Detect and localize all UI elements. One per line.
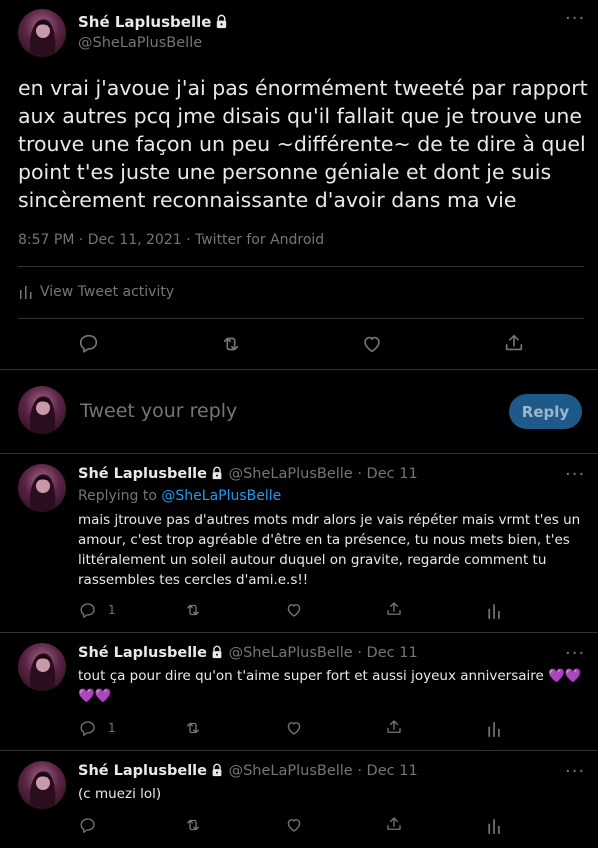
avatar[interactable] <box>18 643 66 691</box>
replying-to-label: Replying to <box>78 488 157 504</box>
retweet-icon[interactable] <box>184 816 202 834</box>
analytics-icon[interactable] <box>485 602 503 620</box>
reply-date[interactable]: · Dec 11 <box>357 466 417 482</box>
reply-input[interactable]: Tweet your reply <box>80 400 480 422</box>
reply-text-line: 💜💜 <box>78 688 112 704</box>
avatar[interactable] <box>18 464 66 512</box>
avatar[interactable] <box>18 386 66 434</box>
reply-header: Shé Laplusbelle @SheLaPlusBelle · Dec 11 <box>78 763 418 781</box>
share-icon[interactable] <box>385 815 403 833</box>
tweet-text-line: point t'es juste une personne géniale et… <box>18 160 552 184</box>
retweet-icon[interactable] <box>184 601 202 619</box>
tweet-text-line: sincèrement reconnaissante d'avoir dans … <box>18 188 517 212</box>
analytics-icon[interactable] <box>485 720 503 738</box>
divider <box>0 632 598 633</box>
reply-text-line: (c muezi lol) <box>78 786 162 802</box>
analytics-icon <box>18 284 34 300</box>
share-icon[interactable] <box>385 718 403 736</box>
reply-text-line: tout ça pour dire qu'on t'aime super for… <box>78 668 582 684</box>
author-name-text[interactable]: Shé Laplusbelle <box>78 13 211 31</box>
avatar[interactable] <box>18 761 66 809</box>
lock-icon <box>210 763 224 781</box>
more-dots-icon[interactable]: ··· <box>565 466 585 484</box>
author-name[interactable]: Shé Laplusbelle <box>78 763 207 779</box>
reply-text-line: amour, c'est trop agréable d'être en ta … <box>78 532 570 548</box>
view-activity-link[interactable]: View Tweet activity <box>18 284 174 300</box>
heart-icon[interactable] <box>361 333 383 355</box>
heart-icon[interactable] <box>285 816 303 834</box>
reply-date[interactable]: · Dec 11 <box>357 645 417 661</box>
reply-button[interactable]: Reply <box>509 394 582 429</box>
reply-count: 1 <box>108 721 116 735</box>
reply-date[interactable]: · Dec 11 <box>357 763 417 779</box>
more-dots-icon[interactable]: ··· <box>565 10 585 28</box>
author-name[interactable]: Shé Laplusbelle <box>78 466 207 482</box>
reply-count: 1 <box>108 603 116 617</box>
tweet-timestamp[interactable]: 8:57 PM · Dec 11, 2021 · Twitter for And… <box>18 232 324 248</box>
reply-text: (c muezi lol) <box>78 784 588 804</box>
divider <box>0 750 598 751</box>
retweet-icon[interactable] <box>220 333 242 355</box>
lock-icon <box>214 14 229 33</box>
divider <box>0 369 598 370</box>
divider <box>18 266 584 267</box>
author-name[interactable]: Shé Laplusbelle <box>78 13 229 33</box>
tweet-text-line: en vrai j'avoue j'ai pas énormément twee… <box>18 76 588 100</box>
replying-to: Replying to @SheLaPlusBelle <box>78 488 281 504</box>
author-handle[interactable]: @SheLaPlusBelle <box>78 35 202 51</box>
tweet-text-line: aux autres pcq jme disais qu'il fallait … <box>18 104 582 128</box>
reply-text-line: rassembles tes cercles d'ami.e.s!! <box>78 572 309 588</box>
author-name[interactable]: Shé Laplusbelle <box>78 645 207 661</box>
heart-icon[interactable] <box>285 719 303 737</box>
more-dots-icon[interactable]: ··· <box>565 763 585 781</box>
reply-icon[interactable] <box>78 332 100 354</box>
reply-text: mais jtrouve pas d'autres mots mdr alors… <box>78 510 588 590</box>
share-icon[interactable] <box>385 600 403 618</box>
author-handle[interactable]: @SheLaPlusBelle <box>229 645 353 661</box>
tweet-text-line: trouve une façon un peu ~différente~ de … <box>18 132 586 156</box>
reply-text-line: mais jtrouve pas d'autres mots mdr alors… <box>78 512 581 528</box>
reply-text-line: littéralement un soleil autour duquel on… <box>78 552 547 568</box>
lock-icon <box>210 645 224 663</box>
reply-icon[interactable] <box>79 719 97 737</box>
reply-header: Shé Laplusbelle @SheLaPlusBelle · Dec 11 <box>78 466 418 484</box>
share-icon[interactable] <box>503 332 525 354</box>
replying-to-handle[interactable]: @SheLaPlusBelle <box>161 488 281 504</box>
author-handle[interactable]: @SheLaPlusBelle <box>229 763 353 779</box>
reply-icon[interactable] <box>79 601 97 619</box>
reply-header: Shé Laplusbelle @SheLaPlusBelle · Dec 11 <box>78 645 418 663</box>
view-activity-label[interactable]: View Tweet activity <box>40 284 174 300</box>
heart-icon[interactable] <box>285 601 303 619</box>
tweet-text: en vrai j'avoue j'ai pas énormément twee… <box>18 74 593 214</box>
avatar[interactable] <box>18 9 66 57</box>
reply-text: tout ça pour dire qu'on t'aime super for… <box>78 666 593 706</box>
retweet-icon[interactable] <box>184 719 202 737</box>
author-handle[interactable]: @SheLaPlusBelle <box>229 466 353 482</box>
analytics-icon[interactable] <box>485 817 503 835</box>
more-dots-icon[interactable]: ··· <box>565 645 585 663</box>
divider <box>18 318 584 319</box>
lock-icon <box>210 466 224 484</box>
reply-icon[interactable] <box>79 816 97 834</box>
divider <box>0 453 598 454</box>
